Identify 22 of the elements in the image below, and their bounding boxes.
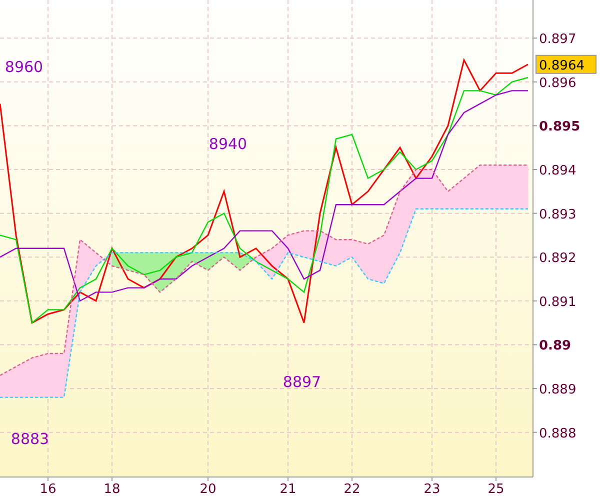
x-tick-label: 18: [104, 482, 120, 497]
y-tick-label: 0.895: [539, 120, 580, 135]
x-tick-label: 20: [200, 482, 216, 497]
price-annotation: 8940: [208, 135, 248, 153]
price-annotation: 8897: [282, 373, 322, 391]
y-tick-label: 0.897: [539, 32, 576, 48]
price-annotation: 8960: [4, 58, 44, 76]
y-tick-label: 0.896: [539, 76, 576, 91]
x-tick-label: 23: [424, 482, 440, 497]
price-tag: 0.8964: [536, 54, 596, 74]
y-tick-label: 0.889: [539, 382, 576, 398]
x-tick-label: 22: [344, 482, 360, 497]
y-tick-label: 0.894: [539, 164, 576, 178]
x-tick-label: 25: [488, 482, 504, 497]
x-tick-label: 21: [280, 482, 296, 497]
y-tick-label: 0.892: [539, 251, 576, 266]
y-tick-label: 0.89: [539, 338, 572, 354]
price-annotation: 8883: [10, 430, 50, 448]
y-tick-label: 0.893: [539, 207, 576, 222]
y-tick-label: 0.888: [539, 426, 576, 442]
y-tick-label: 0.891: [539, 294, 576, 310]
x-tick-label: 16: [40, 482, 56, 497]
